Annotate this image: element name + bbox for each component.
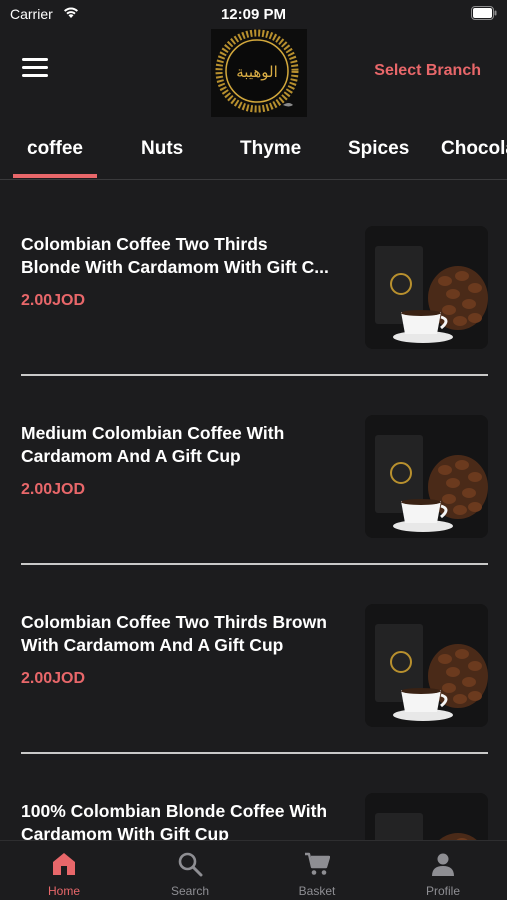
profile-icon xyxy=(432,853,454,876)
category-tabs: coffee Nuts Thyme Spices Chocola xyxy=(0,120,507,180)
select-branch-button[interactable]: Select Branch xyxy=(374,62,481,80)
product-title-line2: Blonde With Cardamom With Gift C... xyxy=(21,257,329,277)
product-item[interactable]: 100% Colombian Blonde Coffee With Cardam… xyxy=(0,747,507,840)
product-title-line2: Cardamom With Gift Cup xyxy=(21,824,229,840)
status-time: 12:09 PM xyxy=(220,6,287,23)
svg-text:الوهيبة: الوهيبة xyxy=(236,63,278,81)
product-item[interactable]: Colombian Coffee Two Thirds Brown With C… xyxy=(0,558,507,754)
app-header: الوهيبة Select Branch xyxy=(0,28,507,118)
tab-thyme[interactable]: Thyme xyxy=(240,138,301,160)
product-image xyxy=(365,793,488,840)
tab-spices[interactable]: Spices xyxy=(348,138,409,160)
nav-home[interactable]: Home xyxy=(1,841,127,900)
product-price: 2.00JOD xyxy=(21,292,86,309)
home-icon xyxy=(53,853,75,875)
product-image xyxy=(365,415,488,538)
nav-profile-label: Profile xyxy=(425,884,460,898)
battery-icon xyxy=(471,6,497,20)
search-icon xyxy=(178,852,203,877)
hamburger-menu-icon[interactable] xyxy=(22,58,48,84)
product-title-line1: 100% Colombian Blonde Coffee With xyxy=(21,801,328,821)
product-title-line2: With Cardamom And A Gift Cup xyxy=(21,635,284,655)
product-price: 2.00JOD xyxy=(21,481,86,498)
product-item[interactable]: Colombian Coffee Two Thirds Blonde With … xyxy=(0,180,507,376)
nav-profile[interactable]: Profile xyxy=(380,841,506,900)
product-image xyxy=(365,604,488,727)
nav-home-label: Home xyxy=(47,884,80,898)
product-title: Colombian Coffee Two Thirds Blonde With … xyxy=(21,233,351,279)
product-title-line1: Colombian Coffee Two Thirds xyxy=(21,234,268,254)
product-item[interactable]: Medium Colombian Coffee With Cardamom An… xyxy=(0,369,507,565)
tab-chocolate[interactable]: Chocola xyxy=(441,138,507,160)
product-list[interactable]: Colombian Coffee Two Thirds Blonde With … xyxy=(0,180,507,840)
cart-icon xyxy=(305,852,330,875)
nav-basket-label: Basket xyxy=(298,884,336,898)
nav-search-label: Search xyxy=(170,884,210,898)
bottom-tab-bar: Home Search Basket Profile xyxy=(0,840,507,900)
product-title: 100% Colombian Blonde Coffee With Cardam… xyxy=(21,800,351,840)
product-title: Medium Colombian Coffee With Cardamom An… xyxy=(21,422,351,468)
product-title-line2: Cardamom And A Gift Cup xyxy=(21,446,241,466)
product-price: 2.00JOD xyxy=(21,670,86,687)
tab-nuts[interactable]: Nuts xyxy=(141,138,183,160)
product-title-line1: Medium Colombian Coffee With xyxy=(21,423,285,443)
product-title-line1: Colombian Coffee Two Thirds Brown xyxy=(21,612,327,632)
tab-coffee[interactable]: coffee xyxy=(27,138,83,160)
active-tab-indicator xyxy=(13,174,97,178)
nav-basket[interactable]: Basket xyxy=(254,841,380,900)
nav-search[interactable]: Search xyxy=(127,841,253,900)
product-image xyxy=(365,226,488,349)
status-bar: Carrier 12:09 PM xyxy=(0,0,507,28)
brand-logo: الوهيبة xyxy=(211,29,307,117)
product-title: Colombian Coffee Two Thirds Brown With C… xyxy=(21,611,351,657)
